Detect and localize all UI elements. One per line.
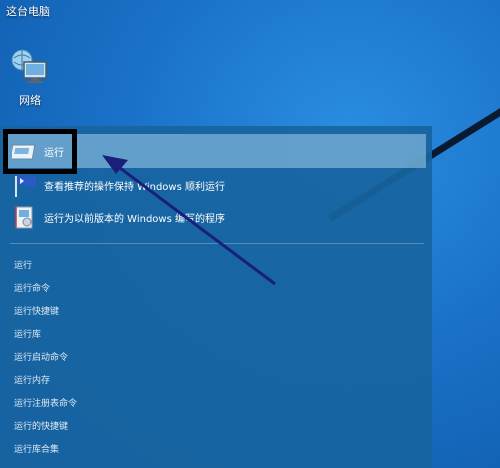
annotation-arrow — [102, 155, 276, 286]
